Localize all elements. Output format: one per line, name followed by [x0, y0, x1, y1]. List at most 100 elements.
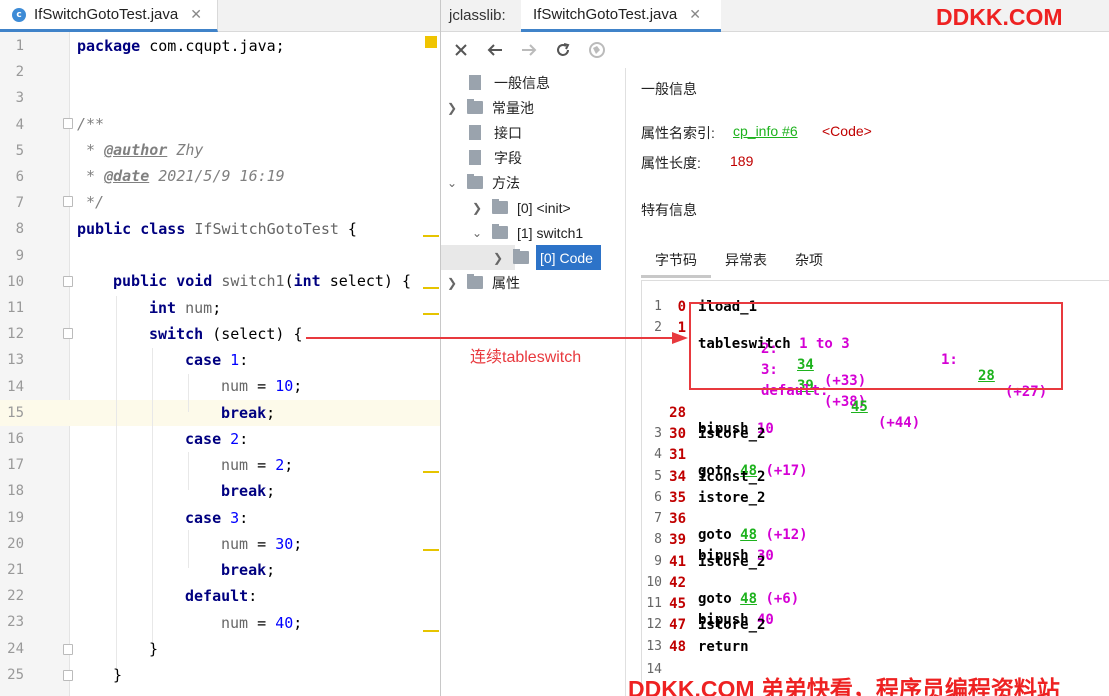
attr-name-value: <Code>: [822, 123, 872, 139]
folder-icon: [492, 224, 508, 239]
bytecode-row: 7 36 goto 48 (+12): [654, 511, 808, 543]
jclasslib-title: jclasslib:: [449, 7, 506, 24]
tree-item-code[interactable]: [0] Code: [536, 245, 601, 270]
chevron-right-icon[interactable]: ❯: [447, 276, 459, 290]
line-number: 7: [15, 195, 24, 212]
bytecode-row: 11 45 bipush 40: [646, 596, 774, 628]
bytecode-row: 10 42 goto 48 (+6): [646, 575, 800, 607]
chevron-down-icon[interactable]: ⌄: [447, 176, 459, 190]
jclasslib-tab[interactable]: IfSwitchGotoTest.java ✕: [521, 0, 721, 32]
fold-marker[interactable]: [63, 644, 73, 655]
bytecode-row: 9 41 istore_2: [654, 554, 766, 570]
scroll-marker[interactable]: [423, 549, 439, 551]
chevron-right-icon[interactable]: ❯: [447, 101, 459, 115]
jump-target-link[interactable]: 45: [851, 399, 868, 415]
class-structure-tree: 一般信息 ❯ 常量池 接口 字段 ⌄ 方法 ❯ [0] <init> ⌄ [1] swi…: [441, 68, 625, 696]
tree-item-switch1[interactable]: ⌄ [1] switch1: [472, 220, 583, 245]
scroll-marker[interactable]: [423, 313, 439, 315]
line-number: 14: [7, 378, 24, 395]
inspection-warning-icon[interactable]: [425, 36, 437, 48]
line-number: 5: [15, 142, 24, 159]
close-icon[interactable]: [451, 40, 471, 60]
chevron-right-icon[interactable]: ❯: [493, 251, 505, 265]
close-tab-icon[interactable]: ✕: [689, 7, 701, 23]
bytecode-row: 3: 39 (+38): [761, 362, 867, 410]
fold-marker[interactable]: [63, 196, 73, 207]
line-number: 4: [15, 116, 24, 133]
scroll-marker[interactable]: [423, 235, 439, 237]
line-number: 6: [15, 169, 24, 185]
tree-item-init[interactable]: ❯ [0] <init>: [472, 195, 571, 220]
tree-item-constant-pool[interactable]: ❯ 常量池: [447, 95, 534, 120]
tab-bytecode[interactable]: 字节码: [641, 246, 711, 278]
folder-icon: [513, 249, 529, 264]
editor-tab-ifswitchgototest[interactable]: c IfSwitchGotoTest.java ✕: [0, 0, 218, 32]
code-line-19: case 3:: [185, 509, 249, 527]
code-editor[interactable]: c IfSwitchGotoTest.java ✕ 1 2 3 4 5 6 7 8 9 10 11 1…: [0, 0, 440, 696]
line-number: 24: [7, 640, 24, 657]
fold-marker[interactable]: [63, 118, 73, 129]
code-line-20: num = 30;: [221, 535, 303, 553]
jclasslib-toolbar: [441, 33, 1109, 67]
tree-item-interfaces[interactable]: 接口: [447, 120, 522, 145]
code-line-22: default:: [185, 587, 258, 605]
jclasslib-tab-label: IfSwitchGotoTest.java: [533, 6, 678, 23]
code-line-8: public class IfSwitchGotoTest {: [77, 220, 357, 238]
line-number: 13: [7, 352, 24, 369]
fold-marker[interactable]: [63, 328, 73, 339]
line-number: 1: [15, 38, 24, 54]
attr-length-label: 属性长度:: [641, 155, 701, 171]
indent-guide: [116, 296, 117, 670]
refresh-icon[interactable]: [553, 40, 573, 60]
document-icon: [469, 150, 481, 165]
jump-target-link[interactable]: 48: [740, 527, 757, 543]
scroll-marker[interactable]: [423, 471, 439, 473]
line-number: 25: [7, 666, 24, 683]
tree-item-general[interactable]: 一般信息: [447, 70, 550, 95]
back-icon[interactable]: [485, 40, 505, 60]
forward-icon[interactable]: [519, 40, 539, 60]
editor-tab-label: IfSwitchGotoTest.java: [34, 6, 179, 23]
jump-target-link[interactable]: 48: [740, 591, 757, 607]
code-line-24: }: [149, 640, 159, 658]
line-number: 8: [15, 221, 24, 238]
bytecode-row: 5 34 iconst_2: [654, 469, 766, 485]
tab-misc[interactable]: 杂项: [781, 246, 837, 278]
scroll-marker[interactable]: [423, 287, 439, 289]
cp-info-link[interactable]: cp_info #6: [733, 123, 798, 139]
tab-exception-table[interactable]: 异常表: [711, 246, 781, 278]
indent-guide: [152, 348, 153, 644]
code-line-11: int num;: [149, 299, 222, 317]
chevron-right-icon[interactable]: ❯: [472, 201, 484, 215]
close-tab-icon[interactable]: ✕: [190, 7, 202, 23]
bytecode-row: 2: 34 (+33): [761, 341, 867, 389]
bytecode-row: 1 0 iload_1: [654, 299, 758, 315]
document-icon: [469, 75, 481, 90]
web-icon[interactable]: [587, 40, 607, 60]
editor-tab-bar: c IfSwitchGotoTest.java ✕: [0, 0, 440, 32]
code-subtabs: 字节码 异常表 杂项: [641, 246, 837, 278]
line-number: 19: [7, 509, 24, 526]
indent-guide: [188, 374, 189, 412]
fold-marker[interactable]: [63, 670, 73, 681]
line-number: 3: [15, 90, 24, 107]
tree-item-code-expander[interactable]: ❯: [493, 245, 538, 270]
watermark-bottom: DDKK.COM 弟弟快看，程序员编程资料站: [628, 676, 1060, 696]
code-line-6: * @date 2021/5/9 16:19: [77, 167, 285, 185]
tree-item-attributes[interactable]: ❯ 属性: [447, 270, 520, 295]
code-line-14: num = 10;: [221, 377, 303, 395]
code-line-12: switch (select) {: [149, 325, 303, 343]
line-number: 16: [7, 431, 24, 447]
document-icon: [469, 125, 481, 140]
fold-marker[interactable]: [63, 276, 73, 287]
bytecode-row: 13 48 return: [646, 639, 749, 655]
tree-item-methods[interactable]: ⌄ 方法: [447, 170, 520, 195]
bytecode-row: 28 bipush 10: [669, 405, 774, 437]
code-line-16: case 2:: [185, 430, 249, 448]
bytecode-row: 8 39 bipush 30: [654, 532, 774, 564]
chevron-down-icon[interactable]: ⌄: [472, 226, 484, 240]
line-number: 20: [7, 535, 24, 552]
code-line-7: */: [77, 193, 105, 211]
tree-item-fields[interactable]: 字段: [447, 145, 522, 170]
scroll-marker[interactable]: [423, 630, 439, 632]
